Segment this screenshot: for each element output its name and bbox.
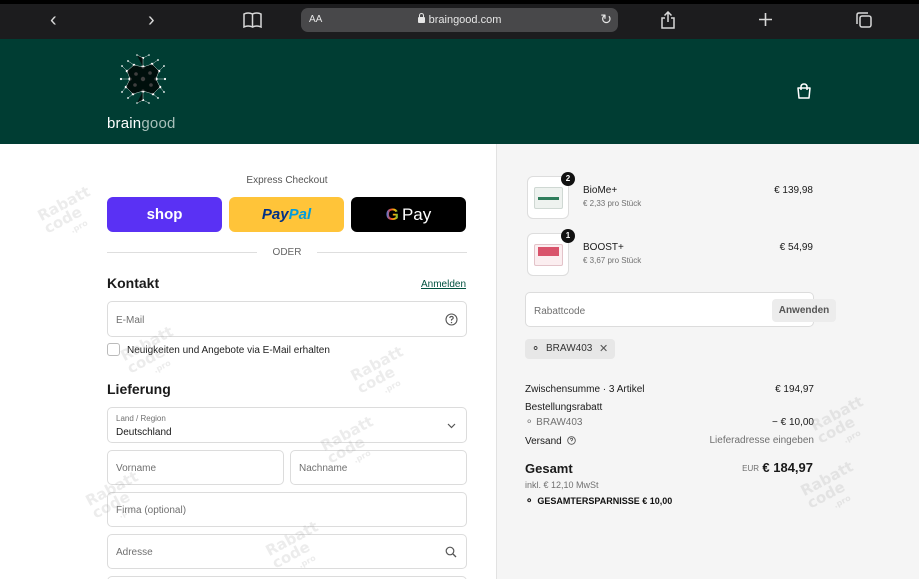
product-name: BOOST+: [583, 242, 624, 253]
company-field[interactable]: Firma (optional): [107, 492, 467, 527]
new-tab-plus-icon[interactable]: [758, 12, 773, 27]
email-field[interactable]: E-Mail: [107, 301, 467, 337]
reload-icon[interactable]: ↻: [600, 11, 612, 28]
braingood-logo-icon[interactable]: [116, 52, 170, 106]
country-select[interactable]: Land / Region Deutschland: [107, 407, 467, 443]
back-icon[interactable]: ‹: [50, 9, 57, 31]
subtotal-row: Zwischensumme · 3 Artikel € 194,97: [525, 384, 814, 395]
product-price: € 54,99: [779, 242, 813, 253]
google-pay-button[interactable]: G Pay: [351, 197, 466, 232]
lastname-field[interactable]: Nachname: [290, 450, 467, 485]
shop-pay-button[interactable]: shop: [107, 197, 222, 232]
order-summary: 2 BioMe+ € 2,33 pro Stück € 139,98 1 BOO…: [496, 144, 919, 579]
google-g-icon: G: [385, 204, 399, 224]
discount-code-input[interactable]: Rabattcode Anwenden: [525, 292, 836, 327]
forward-icon[interactable]: ›: [148, 9, 155, 31]
total-savings: ⚬ GESAMTERSPARNISSE € 10,00: [525, 496, 673, 507]
product-unit-price: € 2,33 pro Stück: [583, 199, 642, 208]
shopping-bag-icon[interactable]: [795, 82, 813, 100]
address-bar[interactable]: AA braingood.com ↻: [301, 8, 618, 32]
search-icon[interactable]: [445, 546, 457, 558]
shipping-row: Versand Lieferadresse eingeben: [525, 435, 814, 447]
product-box-image: [534, 244, 563, 266]
total-label: Gesamt: [525, 461, 573, 476]
tag-icon: ⚬: [525, 417, 534, 428]
total-value: € 184,97: [762, 460, 813, 475]
address-field[interactable]: Adresse: [107, 534, 467, 569]
quantity-badge: 1: [561, 229, 575, 243]
quantity-badge: 2: [561, 172, 575, 186]
paypal-button[interactable]: Pay Pal: [229, 197, 344, 232]
tabs-overview-icon[interactable]: [855, 12, 873, 28]
lock-icon: [417, 13, 425, 23]
help-circle-icon[interactable]: [445, 313, 458, 326]
tax-note: inkl. € 12,10 MwSt: [525, 480, 599, 490]
login-link[interactable]: Anmelden: [421, 279, 466, 290]
checkout-form: Express Checkout shop Pay Pal G Pay ODER K…: [0, 144, 496, 579]
remove-discount-icon[interactable]: ✕: [599, 342, 608, 355]
product-price: € 139,98: [774, 185, 813, 196]
delivery-title: Lieferung: [107, 381, 171, 397]
discount-row: Bestellungsrabatt: [525, 402, 603, 413]
contact-title: Kontakt: [107, 275, 160, 291]
product-unit-price: € 3,67 pro Stück: [583, 256, 642, 265]
brand-wordmark[interactable]: braingood: [107, 115, 176, 132]
url-text: braingood.com: [301, 13, 618, 26]
discount-code-row: ⚬ BRAW403 − € 10,00: [525, 417, 814, 428]
tag-icon: ⚬: [525, 496, 534, 507]
product-box-image: [534, 187, 563, 209]
firstname-field[interactable]: Vorname: [107, 450, 284, 485]
product-name: BioMe+: [583, 185, 618, 196]
share-icon[interactable]: [660, 11, 676, 29]
browser-toolbar: ‹ › AA braingood.com ↻: [0, 0, 919, 39]
tag-icon: ⚬: [531, 343, 541, 355]
reader-book-icon[interactable]: [243, 12, 262, 28]
newsletter-label: Neuigkeiten und Angebote via E-Mail erha…: [127, 345, 330, 356]
chevron-down-icon: [447, 423, 456, 429]
express-checkout-title: Express Checkout: [246, 175, 328, 186]
currency-code: EUR: [742, 464, 759, 473]
help-circle-icon[interactable]: [567, 436, 577, 445]
newsletter-checkbox[interactable]: [107, 343, 120, 356]
apply-discount-button[interactable]: Anwenden: [772, 299, 836, 322]
applied-discount-chip: ⚬ BRAW403 ✕: [525, 339, 615, 359]
divider-text: ODER: [272, 247, 302, 258]
